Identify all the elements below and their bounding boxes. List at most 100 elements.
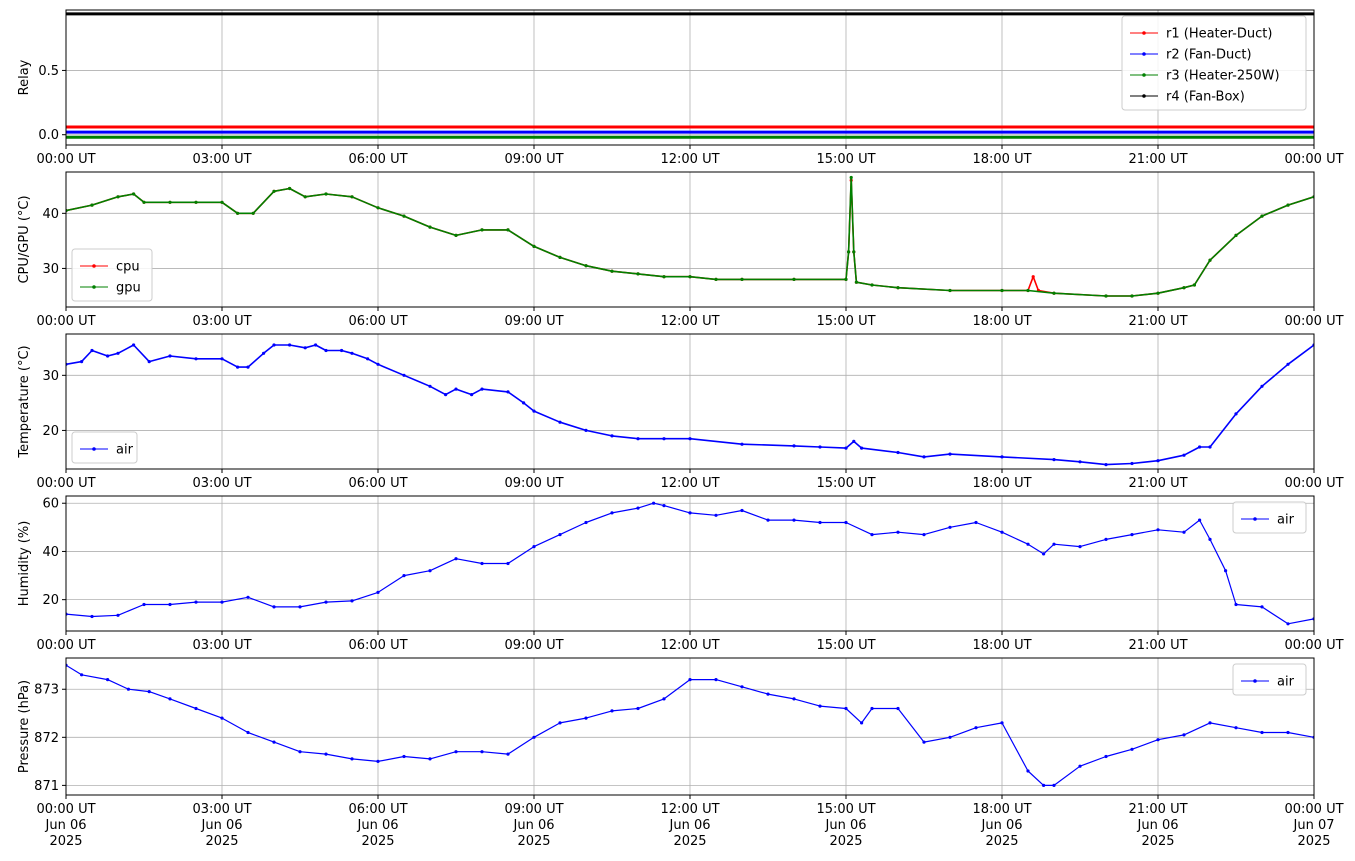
data-point — [740, 508, 744, 513]
data-point — [1078, 545, 1082, 549]
x-tick-year: 2025 — [985, 834, 1018, 849]
figure: 0.0 0.5 Relay 00:00 UT 03:00 UT 06:00 UT 09:00… — [17, 9, 1344, 849]
y-tick-label: 30 — [42, 369, 59, 384]
x-tick-label: 00:00 UT — [36, 314, 95, 329]
data-point — [168, 354, 172, 358]
x-tick-date: Jun 06 — [669, 818, 711, 833]
x-tick-year: 2025 — [673, 834, 706, 849]
data-point — [558, 721, 562, 725]
data-point — [688, 511, 692, 515]
data-point — [922, 740, 926, 744]
data-point — [147, 690, 151, 694]
legend-marker — [1142, 52, 1146, 56]
data-point — [688, 275, 692, 279]
data-point — [847, 250, 851, 254]
x-tick-label: 21:00 UT — [1128, 476, 1187, 491]
data-point — [194, 357, 198, 361]
x-tick-label: 06:00 UT — [348, 152, 407, 167]
data-point — [506, 561, 510, 566]
data-point — [1156, 459, 1160, 463]
data-point — [1031, 275, 1035, 279]
y-tick-label: 20 — [42, 424, 59, 439]
x-tick-year: 2025 — [517, 834, 550, 849]
data-point — [610, 709, 614, 713]
data-point — [1078, 764, 1082, 768]
data-point — [147, 360, 151, 364]
data-point — [948, 288, 952, 293]
panel-3: 20 30 Temperature (°C) 00:00 UT 03:00 UT 06:0… — [17, 333, 1344, 491]
data-point — [860, 721, 864, 725]
x-tick-date: Jun 06 — [513, 818, 555, 833]
data-point — [1156, 291, 1160, 295]
data-point — [428, 757, 432, 761]
x-tick-year: 2025 — [1141, 834, 1174, 849]
x-tick-label: 00:00 UT — [36, 152, 95, 167]
legend-marker — [1253, 517, 1257, 521]
data-point — [1078, 460, 1082, 464]
data-point — [1234, 233, 1238, 237]
data-point — [1000, 288, 1004, 293]
data-point — [818, 445, 822, 449]
data-point — [1286, 362, 1290, 366]
data-point — [314, 343, 318, 347]
data-point — [662, 504, 666, 508]
legend: r1 (Heater-Duct) r2 (Fan-Duct) r3 (Heater-… — [1121, 15, 1307, 111]
x-tick-year: 2025 — [829, 834, 862, 849]
y-tick-label: 871 — [34, 779, 59, 794]
legend-box — [1232, 663, 1307, 696]
data-point — [470, 393, 474, 397]
data-point — [350, 599, 354, 603]
data-point — [974, 726, 978, 730]
data-point — [428, 225, 432, 229]
data-point — [298, 605, 302, 609]
data-point — [1104, 537, 1108, 542]
x-tick-label: 12:00 UT — [660, 638, 719, 653]
data-point — [106, 354, 110, 358]
data-point — [220, 357, 224, 361]
data-point — [896, 286, 900, 290]
data-point — [610, 511, 614, 515]
x-tick-label: 21:00 UT — [1128, 152, 1187, 167]
x-tick-date: Jun 06 — [357, 818, 399, 833]
data-point — [1130, 461, 1134, 466]
data-point — [454, 557, 458, 561]
data-point — [766, 518, 770, 522]
x-tick-date: Jun 06 — [201, 818, 243, 833]
y-tick-label: 20 — [42, 593, 59, 608]
legend-label: air — [1277, 513, 1295, 528]
data-point — [852, 250, 856, 254]
data-point — [402, 373, 406, 377]
y-axis-label: CPU/GPU (°C) — [17, 195, 32, 283]
x-tick-label: 15:00 UT — [816, 314, 875, 329]
data-point — [272, 740, 276, 744]
data-point — [272, 343, 276, 347]
data-point — [272, 605, 276, 609]
data-point — [792, 277, 796, 281]
data-point — [340, 348, 344, 353]
data-point — [636, 506, 640, 510]
x-tick-label: 09:00 UT — [504, 152, 563, 167]
data-point — [532, 409, 536, 413]
data-point — [1260, 730, 1264, 735]
data-point — [194, 200, 198, 204]
x-tick-label: 06:00 UT — [348, 314, 407, 329]
data-point — [168, 697, 172, 701]
data-point — [1042, 783, 1046, 788]
x-tick-label: 09:00 UT — [504, 638, 563, 653]
data-point — [1052, 783, 1056, 788]
data-point — [303, 195, 307, 199]
data-point — [1182, 530, 1186, 534]
data-point — [852, 439, 856, 443]
y-axis-label: Relay — [17, 59, 32, 95]
x-tick-label: 00:00 UT — [1284, 152, 1343, 167]
y-tick-label: 30 — [42, 262, 59, 277]
legend-box — [1232, 501, 1307, 534]
x-tick-label: 00:00 UT — [36, 638, 95, 653]
data-point — [1000, 721, 1004, 725]
x-tick-label: 06:00 UT — [348, 638, 407, 653]
data-point — [236, 365, 240, 369]
data-point — [428, 384, 432, 388]
x-tick-date: Jun 06 — [45, 818, 87, 833]
legend: cpu gpu — [71, 248, 153, 302]
x-tick-label: 00:00 UT — [1284, 314, 1343, 329]
